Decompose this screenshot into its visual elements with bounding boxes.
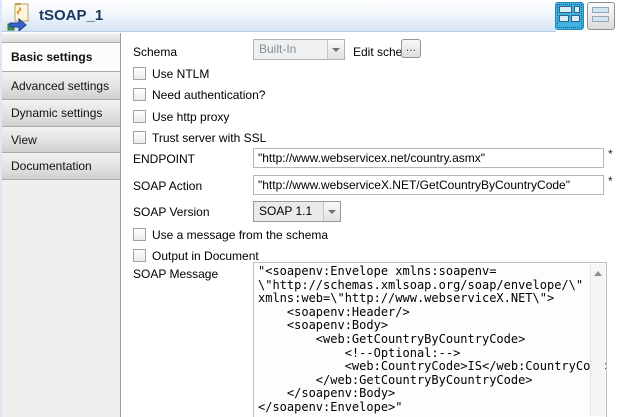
tab-label: Dynamic settings [11, 106, 102, 120]
soap-message-textarea[interactable]: "<soapenv:Envelope xmlns:soapenv= \"http… [253, 262, 607, 417]
schema-combo-value: Built-In [254, 40, 327, 59]
stacked-layout-button[interactable] [587, 2, 615, 30]
output-in-document-row: Output in Document [133, 248, 259, 263]
soap-action-required-marker: * [608, 174, 613, 188]
tab-label: Basic settings [11, 50, 92, 64]
use-message-from-schema-row: Use a message from the schema [133, 227, 328, 242]
checkbox-label: Need authentication? [152, 88, 265, 102]
grid-layout-button[interactable] [555, 2, 584, 30]
soap-message-label: SOAP Message [133, 267, 218, 281]
need-authentication-row: Need authentication? [133, 87, 265, 102]
tsoap-component-icon [7, 3, 34, 31]
tab-documentation[interactable]: Documentation [2, 153, 120, 180]
soap-version-combo[interactable]: SOAP 1.1 [253, 201, 341, 222]
soap-action-label: SOAP Action [133, 179, 202, 193]
soap-version-value: SOAP 1.1 [254, 202, 323, 221]
tab-label: Advanced settings [11, 79, 109, 93]
component-settings-panel: tSOAP_1 Basic settin [0, 0, 617, 417]
checkbox-label: Trust server with SSL [152, 131, 266, 145]
endpoint-required-marker: * [608, 147, 613, 161]
sidebar: Basic settings Advanced settings Dynamic… [2, 33, 121, 417]
checkbox-label: Use a message from the schema [152, 228, 328, 242]
rows-view-icon [592, 6, 610, 26]
soap-message-scrollbar[interactable] [590, 264, 605, 416]
tab-strip-top [2, 33, 120, 43]
schema-label: Schema [133, 45, 177, 59]
tab-view[interactable]: View [2, 127, 120, 153]
use-http-proxy-row: Use http proxy [133, 109, 229, 124]
trust-server-ssl-row: Trust server with SSL [133, 130, 266, 145]
dropdown-arrow-icon [327, 40, 344, 59]
use-ntlm-row: Use NTLM [133, 66, 209, 81]
component-title: tSOAP_1 [39, 7, 103, 24]
output-in-document-checkbox[interactable] [133, 249, 146, 262]
tab-label: Documentation [11, 159, 92, 173]
soap-version-label: SOAP Version [133, 205, 210, 219]
soap-message-content: "<soapenv:Envelope xmlns:soapenv= \"http… [254, 263, 606, 417]
scroll-up-icon [594, 271, 602, 276]
trust-server-ssl-checkbox[interactable] [133, 131, 146, 144]
tab-basic-settings[interactable]: Basic settings [2, 43, 120, 72]
header: tSOAP_1 [0, 0, 617, 33]
dropdown-arrow-icon [323, 202, 340, 221]
endpoint-label: ENDPOINT [133, 152, 195, 166]
use-message-from-schema-checkbox[interactable] [133, 228, 146, 241]
basic-settings-form: Schema Built-In Edit schema … Use NTLM N… [122, 33, 617, 417]
use-ntlm-checkbox[interactable] [133, 67, 146, 80]
tab-label: View [11, 133, 37, 147]
schema-combo: Built-In [253, 39, 345, 60]
tab-dynamic-settings[interactable]: Dynamic settings [2, 100, 120, 127]
grid-view-icon [559, 6, 581, 26]
endpoint-input[interactable] [253, 148, 604, 168]
tab-advanced-settings[interactable]: Advanced settings [2, 72, 120, 100]
use-http-proxy-checkbox[interactable] [133, 110, 146, 123]
edit-schema-button[interactable]: … [401, 39, 421, 58]
checkbox-label: Use http proxy [152, 110, 229, 124]
checkbox-label: Use NTLM [152, 67, 209, 81]
soap-action-input[interactable] [253, 175, 604, 195]
checkbox-label: Output in Document [152, 249, 259, 263]
need-authentication-checkbox[interactable] [133, 88, 146, 101]
